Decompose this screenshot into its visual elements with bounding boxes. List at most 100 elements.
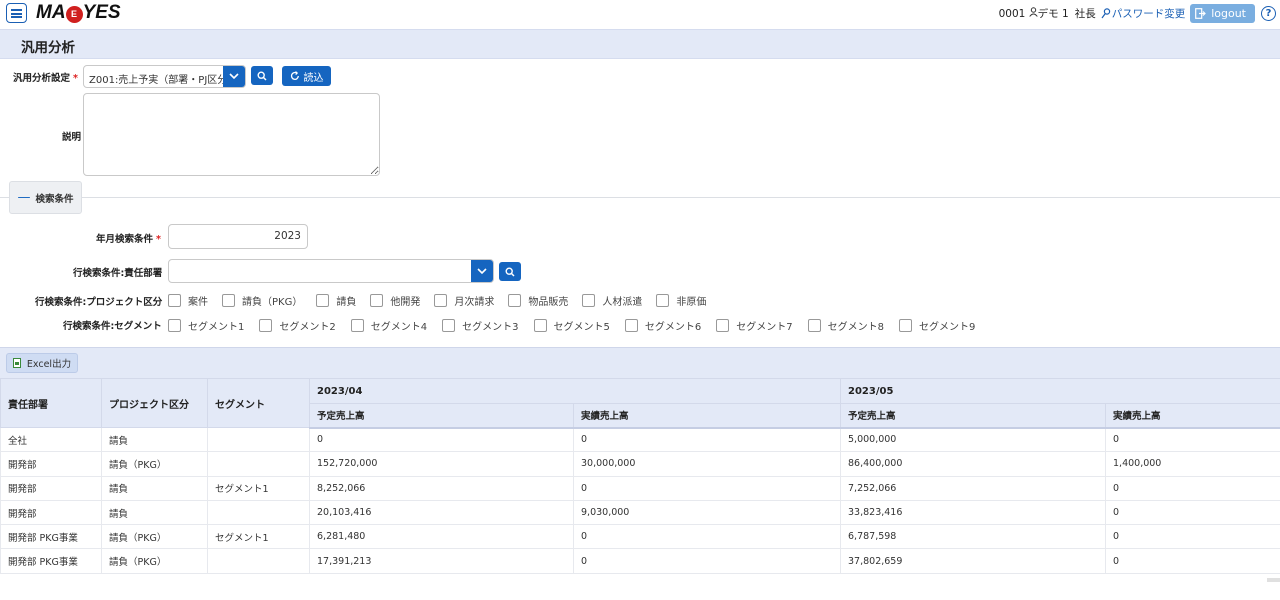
table-cell: 開発部 PKG事業 (0, 524, 102, 550)
table-cell: 請負（PKG） (101, 451, 208, 477)
project-checkbox[interactable]: 請負 (316, 293, 356, 308)
segment-checkbox[interactable]: セグメント3 (442, 318, 519, 333)
table-row[interactable]: 開発部 請負（PKG） 152,720,000 30,000,000 86,400,00… (0, 451, 1280, 477)
table-row[interactable]: 全社 請負 0 0 5,000,000 0 (0, 427, 1280, 453)
table-cell: 開発部 (0, 500, 102, 526)
table-cell: 開発部 PKG事業 (0, 548, 102, 574)
segment-checkbox[interactable]: セグメント9 (899, 318, 975, 333)
table-cell: 開発部 (0, 451, 102, 477)
chevron-down-icon[interactable] (471, 260, 493, 282)
segment-checkbox[interactable]: セグメント5 (533, 318, 610, 333)
table-cell: 152,720,000 (309, 451, 574, 477)
search-icon (257, 70, 267, 81)
segment-checkbox[interactable]: セグメント2 (259, 318, 336, 333)
result-toolbar: Excel出力 (0, 347, 1280, 378)
col-header-period: 2023/04 (309, 378, 841, 404)
table-cell (207, 548, 310, 574)
table-cell: 0 (573, 427, 841, 453)
table-cell (207, 427, 310, 453)
col-header-dept[interactable]: 責任部署 (0, 378, 102, 428)
project-checkbox[interactable]: 物品販売 (508, 293, 568, 308)
table-cell: 20,103,416 (309, 500, 574, 526)
table-cell: 0 (573, 524, 841, 550)
logout-button[interactable]: logout (1190, 3, 1255, 23)
change-password-link[interactable]: パスワード変更 (1101, 6, 1185, 21)
hamburger-menu-icon[interactable] (6, 3, 27, 23)
load-button[interactable]: 読込 (282, 66, 331, 86)
segment-checkbox[interactable]: セグメント4 (350, 318, 427, 333)
col-header-project[interactable]: プロジェクト区分 (101, 378, 208, 428)
col-header-actual[interactable]: 実績売上高 (1105, 403, 1280, 429)
table-cell: 0 (1105, 476, 1280, 501)
search-condition-toggle[interactable]: — 検索条件 (9, 181, 82, 214)
segment-checkbox[interactable]: セグメント1 (168, 318, 244, 333)
refresh-icon (290, 71, 299, 80)
project-checkbox[interactable]: 月次請求 (434, 293, 494, 308)
help-icon[interactable]: ? (1261, 5, 1276, 21)
description-label: 説明 (62, 132, 82, 143)
user-icon (1028, 6, 1038, 20)
project-checkbox[interactable]: 請負（PKG） (222, 293, 302, 308)
project-checkbox[interactable]: 人材派遣 (582, 293, 642, 308)
table-cell: 86,400,000 (840, 451, 1106, 477)
table-row[interactable]: 開発部 PKG事業 請負（PKG） 17,391,213 0 37,802,659 0 (0, 548, 1280, 574)
table-cell: 0 (573, 476, 841, 501)
project-checkbox-group: 案件 請負（PKG） 請負 他開発 月次請求 物品販売 人材派遣 非原価 (168, 292, 706, 308)
segment-checkbox[interactable]: セグメント8 (807, 318, 884, 333)
setting-label: 汎用分析設定 * (13, 73, 78, 84)
description-textarea[interactable] (83, 93, 380, 176)
divider (0, 197, 1280, 198)
table-cell: 37,802,659 (840, 548, 1106, 574)
table-cell: 請負（PKG） (101, 548, 208, 574)
table-cell: 6,787,598 (840, 524, 1106, 550)
table-cell: セグメント1 (207, 524, 310, 550)
search-icon (505, 266, 515, 277)
segment-checkbox[interactable]: セグメント6 (624, 318, 701, 333)
segment-checkbox[interactable]: セグメント7 (716, 318, 793, 333)
table-cell: セグメント1 (207, 476, 310, 501)
project-checkbox[interactable]: 非原価 (656, 293, 706, 308)
project-checkbox[interactable]: 他開発 (370, 293, 420, 308)
dept-search-button[interactable] (499, 262, 521, 281)
table-cell: 開発部 (0, 476, 102, 501)
minus-icon: — (17, 190, 31, 205)
page-title: 汎用分析 (21, 40, 75, 56)
setting-select[interactable]: Z001:売上予実（部署・PJ区分 (83, 65, 246, 88)
table-cell: 17,391,213 (309, 548, 574, 574)
maeyes-logo: MA E YES (36, 2, 121, 23)
table-row[interactable]: 開発部 請負 20,103,416 9,030,000 33,823,416 0 (0, 500, 1280, 526)
table-cell: 0 (573, 548, 841, 574)
table-cell: 0 (1105, 427, 1280, 453)
project-label: 行検索条件:プロジェクト区分 (35, 297, 163, 308)
table-cell (207, 451, 310, 477)
setting-search-button[interactable] (251, 66, 273, 85)
col-header-actual[interactable]: 実績売上高 (573, 403, 841, 429)
col-header-planned[interactable]: 予定売上高 (309, 403, 574, 429)
segment-checkbox-group: セグメント1 セグメント2 セグメント4 セグメント3 セグメント5 セグメント… (168, 317, 975, 333)
user-role: 社長 (1074, 7, 1096, 20)
table-cell: 33,823,416 (840, 500, 1106, 526)
project-checkbox[interactable]: 案件 (168, 293, 208, 308)
table-row[interactable]: 開発部 請負 セグメント1 8,252,066 0 7,252,066 0 (0, 476, 1280, 501)
table-cell: 0 (1105, 500, 1280, 526)
chevron-down-icon[interactable] (223, 66, 245, 87)
user-code: 0001 (998, 7, 1026, 20)
table-cell: 5,000,000 (840, 427, 1106, 453)
table-cell: 全社 (0, 427, 102, 453)
col-header-segment[interactable]: セグメント (207, 378, 310, 428)
table-cell: 8,252,066 (309, 476, 574, 501)
user-info: 0001 デモ 1 (999, 6, 1069, 21)
excel-export-button[interactable]: Excel出力 (6, 353, 78, 373)
dept-select[interactable] (168, 259, 494, 283)
table-cell: 0 (309, 427, 574, 453)
title-bar: 汎用分析 (0, 29, 1280, 59)
horizontal-scrollbar[interactable] (0, 578, 1280, 600)
table-row[interactable]: 開発部 PKG事業 請負（PKG） セグメント1 6,281,480 0 6,787,59… (0, 524, 1280, 550)
year-label: 年月検索条件 * (96, 234, 161, 245)
top-bar: MA E YES 0001 デモ 1 社長 パスワード変更 logout ? (0, 0, 1280, 29)
col-header-planned[interactable]: 予定売上高 (840, 403, 1106, 429)
table-cell: 請負（PKG） (101, 524, 208, 550)
table-cell: 請負 (101, 427, 208, 453)
table-cell: 1,400,000 (1105, 451, 1280, 477)
year-input[interactable]: 2023 (168, 224, 308, 249)
